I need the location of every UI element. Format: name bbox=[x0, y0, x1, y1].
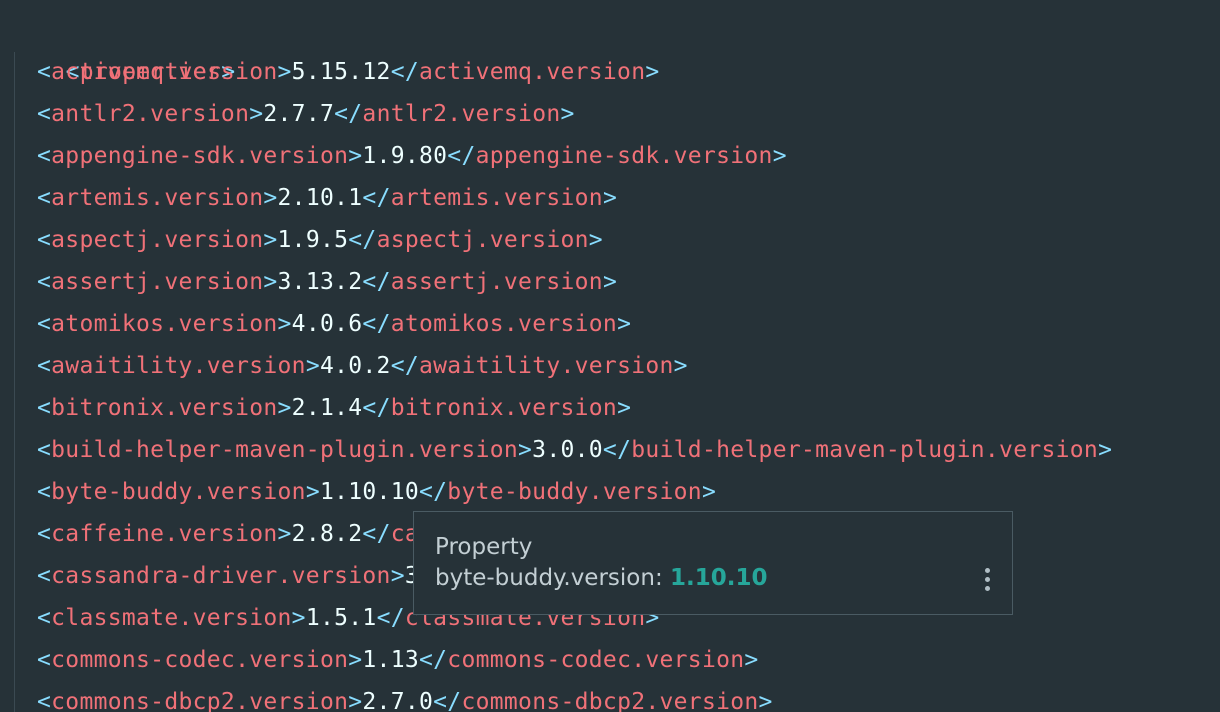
open-tag-name: artemis.version bbox=[51, 185, 264, 211]
code-line[interactable]: <bitronix.version>2.1.4</bitronix.versio… bbox=[37, 387, 631, 429]
code-line[interactable]: <appengine-sdk.version>1.9.80</appengine… bbox=[37, 135, 787, 177]
property-value: 2.7.7 bbox=[263, 101, 335, 127]
code-line[interactable]: <commons-dbcp2.version>2.7.0</commons-db… bbox=[37, 681, 773, 712]
code-line[interactable]: <build-helper-maven-plugin.version>3.0.0… bbox=[37, 429, 1112, 471]
code-line[interactable]: <aspectj.version>1.9.5</aspectj.version> bbox=[37, 219, 603, 261]
open-tag-name: awaitility.version bbox=[51, 353, 306, 379]
open-tag-name: antlr2.version bbox=[51, 101, 250, 127]
code-editor[interactable]: <properties> <activemq.version>5.15.12</… bbox=[0, 0, 1220, 712]
property-value: 2.1.4 bbox=[291, 395, 363, 421]
code-line[interactable]: <awaitility.version>4.0.2</awaitility.ve… bbox=[37, 345, 688, 387]
property-value: 3.13.2 bbox=[277, 269, 363, 295]
open-tag-name: appengine-sdk.version bbox=[51, 143, 349, 169]
code-line[interactable]: <assertj.version>3.13.2</assertj.version… bbox=[37, 261, 617, 303]
code-line-root[interactable]: <properties> bbox=[9, 9, 235, 85]
close-tag-name: appengine-sdk.version bbox=[475, 143, 773, 169]
property-value: 5.15.12 bbox=[291, 59, 391, 85]
tooltip-property-value: 1.10.10 bbox=[670, 565, 768, 591]
close-tag-name: byte-buddy.version bbox=[447, 479, 702, 505]
property-value: 2.10.1 bbox=[277, 185, 363, 211]
close-tag-name: bitronix.version bbox=[390, 395, 618, 421]
close-tag-name: commons-dbcp2.version bbox=[461, 689, 759, 712]
tooltip-separator: : bbox=[654, 565, 670, 591]
code-line[interactable]: <atomikos.version>4.0.6</atomikos.versio… bbox=[37, 303, 631, 345]
open-tag-name: assertj.version bbox=[51, 269, 264, 295]
property-tooltip: Property byte-buddy.version: 1.10.10 bbox=[413, 511, 1013, 615]
more-vertical-icon[interactable] bbox=[982, 568, 992, 596]
tooltip-property-name: byte-buddy.version bbox=[435, 565, 655, 591]
close-tag-name: build-helper-maven-plugin.version bbox=[631, 437, 1099, 463]
open-tag-name: aspectj.version bbox=[51, 227, 264, 253]
code-line[interactable]: <byte-buddy.version>1.10.10</byte-buddy.… bbox=[37, 471, 716, 513]
property-value: 2.7.0 bbox=[362, 689, 434, 712]
open-tag-name: classmate.version bbox=[51, 605, 292, 631]
property-value: 1.13 bbox=[362, 647, 419, 673]
property-value: 4.0.2 bbox=[319, 353, 391, 379]
close-tag-name: awaitility.version bbox=[419, 353, 674, 379]
open-tag-name: commons-codec.version bbox=[51, 647, 349, 673]
property-value: 1.9.5 bbox=[277, 227, 349, 253]
close-tag-name: activemq.version bbox=[419, 59, 646, 85]
open-tag-name: atomikos.version bbox=[51, 311, 278, 337]
close-tag-name: aspectj.version bbox=[376, 227, 589, 253]
property-value: 1.9.80 bbox=[362, 143, 448, 169]
close-tag-name: assertj.version bbox=[390, 269, 603, 295]
open-tag-name: bitronix.version bbox=[51, 395, 278, 421]
property-value: 1.5.1 bbox=[305, 605, 377, 631]
tooltip-body: byte-buddy.version: 1.10.10 bbox=[435, 565, 768, 591]
open-tag-name: cassandra-driver.version bbox=[51, 563, 391, 589]
code-line[interactable]: <commons-codec.version>1.13</commons-cod… bbox=[37, 639, 759, 681]
open-tag-name: byte-buddy.version bbox=[51, 479, 306, 505]
property-value: 4.0.6 bbox=[291, 311, 363, 337]
property-value: 2.8.2 bbox=[291, 521, 363, 547]
close-tag-name: antlr2.version bbox=[362, 101, 561, 127]
close-tag-name: atomikos.version bbox=[390, 311, 618, 337]
property-value: 3.0.0 bbox=[532, 437, 603, 463]
close-tag-name: artemis.version bbox=[390, 185, 603, 211]
code-line[interactable]: <activemq.version>5.15.12</activemq.vers… bbox=[37, 51, 660, 93]
open-tag-name: build-helper-maven-plugin.version bbox=[51, 437, 519, 463]
indent-guide bbox=[14, 52, 15, 712]
open-tag-name: caffeine.version bbox=[51, 521, 278, 547]
tooltip-title: Property bbox=[435, 534, 533, 560]
property-value: 1.10.10 bbox=[319, 479, 419, 505]
code-line[interactable]: <artemis.version>2.10.1</artemis.version… bbox=[37, 177, 617, 219]
code-line[interactable]: <antlr2.version>2.7.7</antlr2.version> bbox=[37, 93, 575, 135]
open-tag-name: activemq.version bbox=[51, 59, 278, 85]
close-tag-name: commons-codec.version bbox=[447, 647, 745, 673]
open-tag-name: commons-dbcp2.version bbox=[51, 689, 349, 712]
